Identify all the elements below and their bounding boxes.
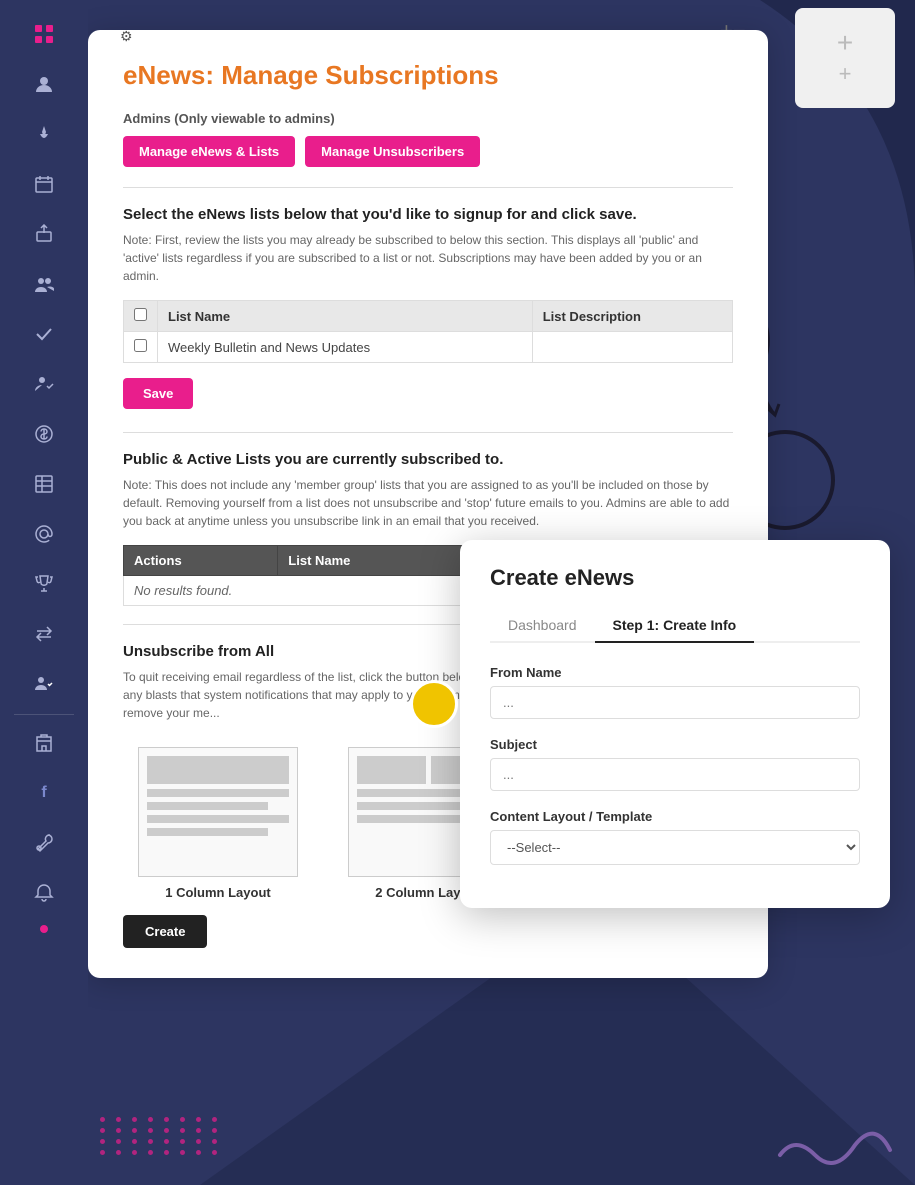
layout-1col-preview xyxy=(138,747,298,877)
sidebar-item-at[interactable] xyxy=(20,510,68,558)
subject-group: Subject xyxy=(490,737,860,791)
layout-1col[interactable]: 1 Column Layout xyxy=(123,747,313,900)
sidebar-item-transfer[interactable] xyxy=(20,610,68,658)
sidebar-item-groups[interactable] xyxy=(20,260,68,308)
sidebar-item-dollar[interactable] xyxy=(20,410,68,458)
save-button[interactable]: Save xyxy=(123,378,193,409)
subscribed-note: Note: This does not include any 'member … xyxy=(123,476,733,530)
admin-label: Admins (Only viewable to admins) xyxy=(123,111,733,126)
from-name-input[interactable] xyxy=(490,686,860,719)
sub-col-name: List Name xyxy=(278,546,465,576)
select-section-title: Select the eNews lists below that you'd … xyxy=(123,206,733,223)
sidebar-item-upload[interactable] xyxy=(20,210,68,258)
sidebar-item-bell[interactable] xyxy=(20,869,68,917)
sidebar-item-calendar[interactable] xyxy=(20,160,68,208)
plus-icon-2: + xyxy=(839,61,852,87)
sidebar-item-table[interactable] xyxy=(20,460,68,508)
sidebar-item-user[interactable] xyxy=(20,60,68,108)
preview-header xyxy=(147,756,289,784)
sidebar-item-person-check[interactable] xyxy=(20,360,68,408)
tab-dashboard[interactable]: Dashboard xyxy=(490,609,595,643)
sidebar-item-building[interactable] xyxy=(20,719,68,767)
preview-line xyxy=(147,789,289,797)
yellow-dot-indicator xyxy=(410,680,458,728)
plus-card: + + xyxy=(795,8,895,108)
admin-buttons: Manage eNews & Lists Manage Unsubscriber… xyxy=(123,136,733,167)
preview-line-sm-2 xyxy=(147,828,268,836)
list-desc-cell xyxy=(532,332,732,363)
sidebar-item-check[interactable] xyxy=(20,310,68,358)
layout-1col-label: 1 Column Layout xyxy=(165,885,270,900)
preview-col-1 xyxy=(357,756,426,784)
content-layout-label: Content Layout / Template xyxy=(490,809,860,824)
sidebar-item-trophy[interactable] xyxy=(20,560,68,608)
sidebar: f xyxy=(0,0,88,1185)
sidebar-item-pray[interactable] xyxy=(20,110,68,158)
sidebar-item-manage-users[interactable] xyxy=(20,660,68,708)
list-checkbox[interactable] xyxy=(134,339,147,352)
pink-dots-decoration xyxy=(100,1117,222,1155)
content-layout-select[interactable]: --Select-- 1 Column 2 Column 3 Column xyxy=(490,830,860,865)
manage-unsubscribers-button[interactable]: Manage Unsubscribers xyxy=(305,136,480,167)
subscribed-title: Public & Active Lists you are currently … xyxy=(123,451,733,468)
page-title: eNews: Manage Subscriptions xyxy=(123,60,733,91)
table-row: Weekly Bulletin and News Updates xyxy=(124,332,733,363)
plus-icon: + xyxy=(837,29,853,57)
wave-decoration xyxy=(775,1125,895,1165)
preview-line-sm xyxy=(147,802,268,810)
divider-2 xyxy=(123,432,733,433)
sidebar-item-tool[interactable] xyxy=(20,819,68,867)
row-checkbox-cell xyxy=(124,332,158,363)
create-button[interactable]: Create xyxy=(123,915,207,948)
select-section-note: Note: First, review the lists you may al… xyxy=(123,231,733,285)
list-name-cell: Weekly Bulletin and News Updates xyxy=(158,332,533,363)
preview-line-2 xyxy=(147,815,289,823)
tab-create-info[interactable]: Step 1: Create Info xyxy=(595,609,755,643)
from-name-group: From Name xyxy=(490,665,860,719)
col-list-desc: List Description xyxy=(532,301,732,332)
sidebar-item-facebook[interactable]: f xyxy=(20,769,68,817)
select-all-checkbox[interactable] xyxy=(134,308,147,321)
from-name-label: From Name xyxy=(490,665,860,680)
sidebar-dot xyxy=(40,925,48,933)
gear-icon: ⚙ xyxy=(120,28,133,45)
content-layout-group: Content Layout / Template --Select-- 1 C… xyxy=(490,809,860,865)
sub-col-actions: Actions xyxy=(124,546,278,576)
subject-input[interactable] xyxy=(490,758,860,791)
divider-1 xyxy=(123,187,733,188)
lists-table: List Name List Description Weekly Bullet… xyxy=(123,300,733,363)
col-list-name: List Name xyxy=(158,301,533,332)
manage-enews-button[interactable]: Manage eNews & Lists xyxy=(123,136,295,167)
sidebar-divider xyxy=(14,714,74,715)
create-enews-panel: Create eNews Dashboard Step 1: Create In… xyxy=(460,540,890,908)
sidebar-item-grid[interactable] xyxy=(20,10,68,58)
create-panel-title: Create eNews xyxy=(490,565,860,591)
tab-row: Dashboard Step 1: Create Info xyxy=(490,609,860,643)
col-checkbox xyxy=(124,301,158,332)
subject-label: Subject xyxy=(490,737,860,752)
